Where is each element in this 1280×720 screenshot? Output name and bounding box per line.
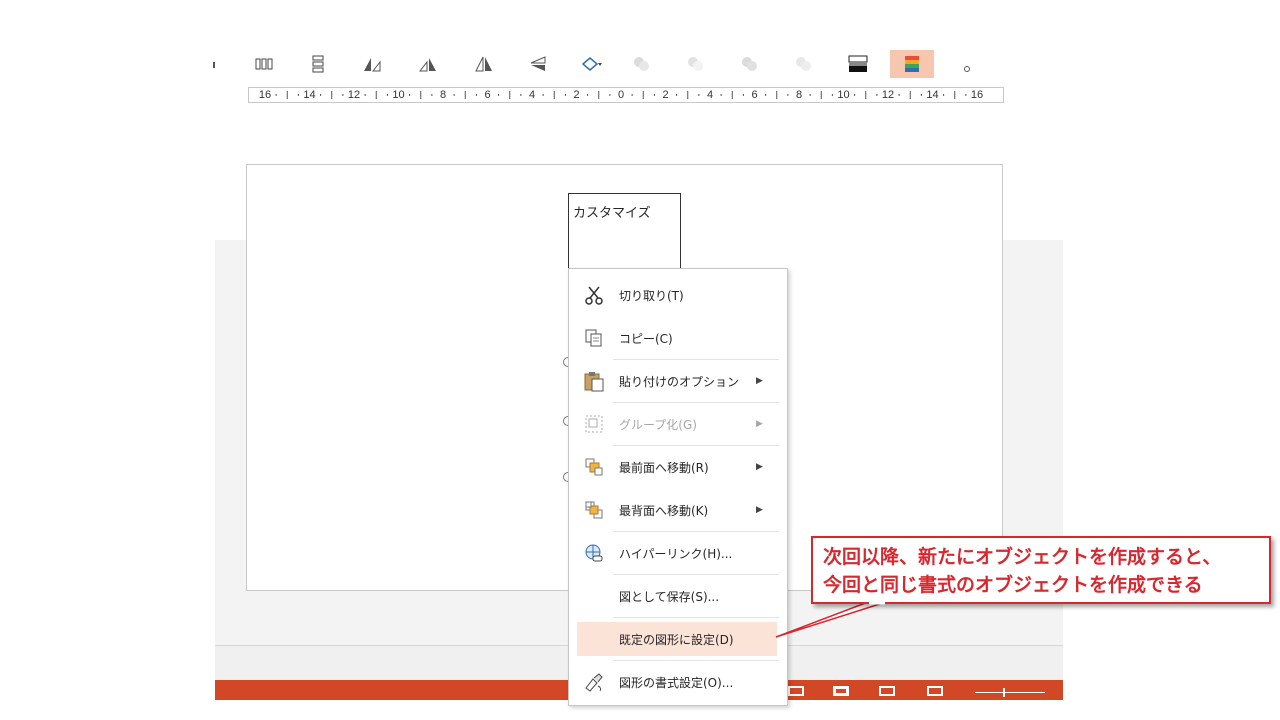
ruler-label: 2 <box>572 88 581 102</box>
ruler-label: 6 <box>750 88 759 102</box>
menu-item-send-to-back[interactable]: 最背面へ移動(K) ▶ <box>569 493 787 527</box>
shape-effect-1-button[interactable] <box>620 50 664 78</box>
color-fill-button[interactable] <box>890 50 934 78</box>
menu-separator <box>613 531 779 532</box>
distribute-vertically-icon <box>312 55 324 73</box>
copy-icon <box>583 327 605 349</box>
toolbar-edge-mark <box>213 62 215 68</box>
menu-item-format-shape[interactable]: 図形の書式設定(O)... <box>569 665 787 699</box>
scissors-icon <box>583 284 605 306</box>
menu-item-set-default-shape[interactable]: 既定の図形に設定(D) <box>577 622 777 656</box>
ruler-label: 2 <box>661 88 670 102</box>
menu-item-save-as-picture[interactable]: 図として保存(S)... <box>569 579 787 613</box>
shape-effect-2-button[interactable] <box>674 50 718 78</box>
shape-effect-3-icon <box>742 57 757 71</box>
paste-icon <box>583 370 605 392</box>
toolbar-more-dot[interactable] <box>964 66 970 72</box>
ruler-label: 0 <box>616 88 626 102</box>
bring-to-front-icon <box>583 456 605 478</box>
menu-item-group[interactable]: グループ化(G) ▶ <box>569 407 787 441</box>
group-icon <box>583 413 605 435</box>
ruler-label: 14 <box>925 88 940 102</box>
menu-item-label: ハイパーリンク(H)... <box>619 546 733 561</box>
menu-item-label: 貼り付けのオプション <box>619 374 740 389</box>
color-fill-icon <box>905 56 919 72</box>
menu-separator <box>613 402 779 403</box>
menu-item-hyperlink[interactable]: ハイパーリンク(H)... <box>569 536 787 570</box>
menu-item-label: 最背面へ移動(K) <box>619 503 709 518</box>
distribute-horizontally-icon <box>255 58 273 70</box>
shape-text: カスタマイズ <box>573 206 651 221</box>
rotate-right-button[interactable] <box>406 50 450 78</box>
normal-view-icon[interactable] <box>788 686 804 696</box>
reading-view-icon[interactable] <box>879 686 895 696</box>
submenu-arrow-icon: ▶ <box>756 376 763 386</box>
edit-shape-icon <box>581 57 602 71</box>
flip-vertical-icon <box>530 56 546 71</box>
flip-vertical-button[interactable] <box>516 50 560 78</box>
rotate-right-icon <box>418 58 436 72</box>
distribute-vertically-button[interactable] <box>296 50 340 78</box>
submenu-arrow-icon: ▶ <box>756 419 763 429</box>
shape-effect-2-icon <box>688 57 703 71</box>
ruler-label: 6 <box>483 88 492 102</box>
rotate-left-icon <box>364 58 381 72</box>
ribbon-arrange-toolbar <box>200 48 1000 84</box>
gradient-fill-button[interactable] <box>836 50 880 78</box>
ruler-label: 8 <box>438 88 448 102</box>
horizontal-ruler[interactable]: 16 14 12 10 8 6 4 2 0 2 4 6 8 10 12 14 16 <box>248 87 1004 103</box>
shape-effect-1-icon <box>634 57 649 71</box>
zoom-slider-thumb[interactable] <box>1003 688 1005 697</box>
ruler-label: 12 <box>880 88 896 102</box>
menu-item-label: 切り取り(T) <box>619 288 684 303</box>
menu-item-label: 図形の書式設定(O)... <box>619 675 734 690</box>
hyperlink-icon <box>583 542 605 564</box>
submenu-arrow-icon: ▶ <box>756 462 763 472</box>
slide-sorter-icon[interactable] <box>833 686 849 696</box>
gradient-fill-icon <box>848 55 868 72</box>
ruler-label: 8 <box>794 88 804 102</box>
menu-separator <box>613 359 779 360</box>
ruler-label: 4 <box>705 88 715 102</box>
distribute-horizontally-button[interactable] <box>242 50 286 78</box>
send-to-back-icon <box>583 499 605 521</box>
menu-separator <box>613 660 779 661</box>
slideshow-icon[interactable] <box>927 686 943 696</box>
menu-item-label: 既定の図形に設定(D) <box>619 632 734 647</box>
menu-item-label: グループ化(G) <box>619 417 697 432</box>
menu-item-paste-options[interactable]: 貼り付けのオプション ▶ <box>569 364 787 398</box>
context-menu: 切り取り(T) コピー(C) 貼り付けのオプション ▶ グループ化(G) ▶ 最… <box>568 268 788 706</box>
shape-effect-3-button[interactable] <box>728 50 772 78</box>
format-shape-icon <box>583 671 605 693</box>
menu-item-label: コピー(C) <box>619 331 673 346</box>
shape-effect-4-icon <box>796 57 811 71</box>
edit-shape-button[interactable] <box>570 50 614 78</box>
flip-horizontal-icon <box>475 56 492 72</box>
callout-line-2: 今回と同じ書式のオブジェクトを作成できる <box>823 574 1203 596</box>
menu-item-label: 図として保存(S)... <box>619 589 720 604</box>
ruler-label: 4 <box>527 88 537 102</box>
submenu-arrow-icon: ▶ <box>756 505 763 515</box>
rotate-left-button[interactable] <box>350 50 394 78</box>
ruler-label: 10 <box>391 88 406 102</box>
flip-horizontal-button[interactable] <box>462 50 506 78</box>
menu-item-cut[interactable]: 切り取り(T) <box>569 278 787 312</box>
menu-item-label: 最前面へ移動(R) <box>619 460 709 475</box>
ruler-label: 12 <box>346 88 362 102</box>
menu-separator <box>613 617 779 618</box>
menu-separator <box>613 574 779 575</box>
ruler-label: 16 <box>257 88 273 102</box>
menu-separator <box>613 445 779 446</box>
ruler-label: 16 <box>969 88 985 102</box>
menu-item-bring-to-front[interactable]: 最前面へ移動(R) ▶ <box>569 450 787 484</box>
menu-item-copy[interactable]: コピー(C) <box>569 321 787 355</box>
ruler-label: 10 <box>836 88 851 102</box>
callout-line-1: 次回以降、新たにオブジェクトを作成すると、 <box>823 546 1222 568</box>
zoom-slider[interactable] <box>975 692 1045 693</box>
shape-effect-4-button[interactable] <box>782 50 826 78</box>
annotation-callout: 次回以降、新たにオブジェクトを作成すると、 今回と同じ書式のオブジェクトを作成で… <box>811 536 1271 604</box>
ruler-label: 14 <box>302 88 317 102</box>
